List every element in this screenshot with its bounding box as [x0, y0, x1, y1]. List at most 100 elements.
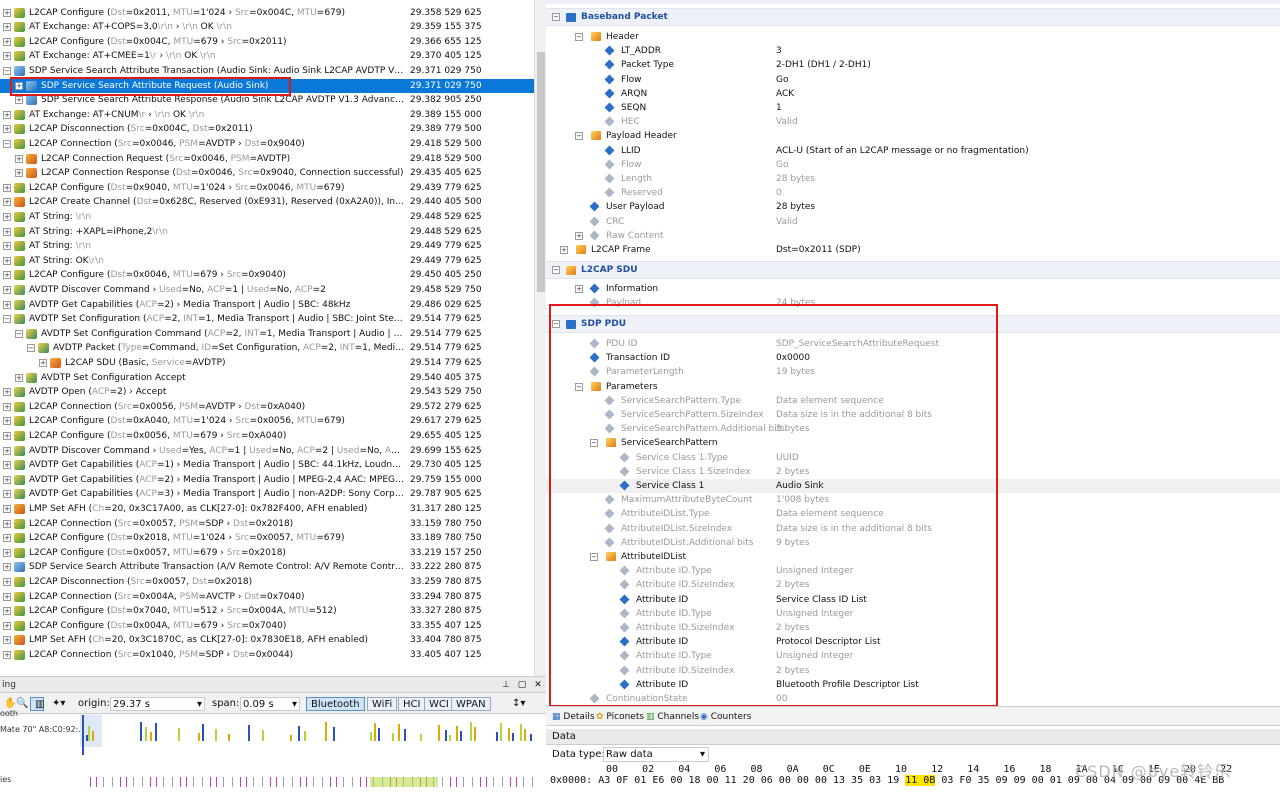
expand-icon[interactable]: + [3, 110, 11, 119]
packet-row[interactable]: + AVDTP Get Capabilities (ACP=1) › Media … [0, 458, 534, 473]
expand-icon[interactable]: + [3, 125, 11, 134]
expand-icon[interactable]: + [3, 300, 11, 309]
packet-row[interactable]: + L2CAP Configure (Dst=0x0057, MTU=679 › … [0, 546, 534, 561]
scrollbar-thumb[interactable] [537, 52, 545, 292]
select-icon[interactable]: ▥ [30, 697, 44, 711]
detail-row[interactable]: Length 28 bytes [546, 172, 1280, 186]
packet-list[interactable]: + L2CAP Configure (Dst=0x2011, MTU=1'024 … [0, 0, 534, 676]
tab-counters[interactable]: ◉ Counters [700, 710, 751, 724]
expand-icon[interactable]: + [3, 23, 11, 32]
packet-row[interactable]: + L2CAP Connection (Src=0x0056, PSM=AVDTP… [0, 400, 534, 415]
expand-icon[interactable]: + [3, 650, 11, 659]
packet-row[interactable]: + LMP Set AFH (Ch=20, 0x3C17A00, as CLK[2… [0, 502, 534, 517]
expand-icon[interactable]: + [15, 154, 23, 163]
collapse-icon[interactable]: − [15, 329, 23, 338]
packet-row[interactable]: + AT String: \r\n 29.448 529 625 [0, 210, 534, 225]
expand-icon[interactable]: + [3, 52, 11, 61]
tools-dropdown-icon[interactable]: ↕▾ [508, 697, 529, 711]
collapse-icon[interactable]: − [3, 315, 11, 324]
expand-icon[interactable]: + [3, 212, 11, 221]
section-baseband-packet[interactable]: − Baseband Packet [546, 8, 1280, 26]
expand-icon[interactable]: + [15, 96, 23, 105]
detail-row[interactable]: Flow Go [546, 73, 1280, 87]
collapse-icon[interactable]: − [3, 139, 11, 148]
packet-row[interactable]: + L2CAP Connection (Src=0x004A, PSM=AVCTP… [0, 590, 534, 605]
detail-row[interactable]: User Payload 28 bytes [546, 200, 1280, 214]
tab-channels[interactable]: ▥ Channels [646, 710, 699, 724]
detail-row[interactable]: + L2CAP Frame Dst=0x2011 (SDP) [546, 243, 1280, 257]
packet-row[interactable]: + SDP Service Search Attribute Transactio… [0, 560, 534, 575]
expand-icon[interactable]: + [3, 8, 11, 17]
expand-icon[interactable]: + [3, 607, 11, 616]
collapse-icon[interactable]: − [552, 266, 560, 274]
packet-row[interactable]: + AVDTP Discover Command › Used=Yes, ACP=… [0, 444, 534, 459]
packet-row[interactable]: − AVDTP Set Configuration (ACP=2, INT=1, … [0, 312, 534, 327]
packet-row[interactable]: + AVDTP Get Capabilities (ACP=3) › Media … [0, 487, 534, 502]
pin-icon[interactable]: ⊥ [500, 679, 512, 691]
packet-row[interactable]: − AVDTP Set Configuration Command (ACP=2,… [0, 327, 534, 342]
packet-row[interactable]: + AT Exchange: AT+COPS=3,0\r\n › \r\n OK … [0, 20, 534, 35]
packet-row[interactable]: + AVDTP Discover Command › Used=No, ACP=1… [0, 283, 534, 298]
expand-icon[interactable]: + [3, 271, 11, 280]
detail-row[interactable]: SEQN 1 [546, 101, 1280, 115]
detail-row[interactable]: LT_ADDR 3 [546, 44, 1280, 58]
filter-wpan[interactable]: WPAN [451, 697, 491, 711]
packet-row[interactable]: − L2CAP Connection (Src=0x0046, PSM=AVDTP… [0, 137, 534, 152]
expand-icon[interactable]: + [3, 431, 11, 440]
packet-row[interactable]: + AVDTP Set Configuration Accept 29.540 40… [0, 371, 534, 386]
collapse-icon[interactable]: − [27, 344, 35, 353]
span-input[interactable]: 0.09 s ▾ [240, 697, 300, 711]
detail-row[interactable]: + Raw Content [546, 229, 1280, 243]
expand-icon[interactable]: + [3, 519, 11, 528]
expand-icon[interactable]: + [3, 256, 11, 265]
filter-hci[interactable]: HCI [398, 697, 426, 711]
expand-icon[interactable]: + [3, 504, 11, 513]
expand-icon[interactable]: + [3, 227, 11, 236]
expand-icon[interactable]: + [3, 183, 11, 192]
packet-row[interactable]: + L2CAP Configure (Dst=0x0046, MTU=679 › … [0, 268, 534, 283]
expand-icon[interactable]: + [3, 636, 11, 645]
packet-row[interactable]: + L2CAP Configure (Dst=0x9040, MTU=1'024 … [0, 181, 534, 196]
expand-icon[interactable]: + [3, 621, 11, 630]
expand-icon[interactable]: + [560, 246, 568, 254]
detail-row[interactable]: ARQN ACK [546, 87, 1280, 101]
expand-icon[interactable]: + [3, 37, 11, 46]
expand-icon[interactable]: + [3, 490, 11, 499]
tab-piconets[interactable]: ✿ Piconets [596, 710, 644, 724]
data-type-select[interactable]: Raw data ▾ [603, 747, 709, 762]
expand-icon[interactable]: + [3, 475, 11, 484]
detail-row[interactable]: LLID ACL-U (Start of an L2CAP message or … [546, 144, 1280, 158]
packet-row[interactable]: + L2CAP Configure (Dst=0x7040, MTU=512 › … [0, 604, 534, 619]
packet-row[interactable]: + L2CAP Connection (Src=0x1040, PSM=SDP ›… [0, 648, 534, 663]
packet-row[interactable]: + L2CAP Configure (Dst=0x0056, MTU=679 › … [0, 429, 534, 444]
expand-icon[interactable]: + [15, 169, 23, 178]
expand-icon[interactable]: + [575, 231, 583, 240]
packet-row[interactable]: + L2CAP Connection Response (Dst=0x0046, … [0, 166, 534, 181]
detail-row[interactable]: − Header [546, 30, 1280, 44]
packet-row[interactable]: + L2CAP SDU (Basic, Service=AVDTP) 29.514 … [0, 356, 534, 371]
packet-row[interactable]: + AVDTP Get Capabilities (ACP=2) › Media … [0, 298, 534, 313]
expand-icon[interactable]: + [3, 388, 11, 397]
packet-row[interactable]: + L2CAP Configure (Dst=0x2011, MTU=1'024 … [0, 6, 534, 21]
expand-icon[interactable]: + [3, 198, 11, 207]
marker-dropdown-icon[interactable]: ✦▾ [48, 697, 70, 711]
packet-row[interactable]: + AVDTP Open (ACP=2) › Accept 29.543 529 7… [0, 385, 534, 400]
detail-row[interactable]: Flow Go [546, 158, 1280, 172]
detail-row[interactable]: − Payload Header [546, 129, 1280, 143]
close-icon[interactable]: ✕ [532, 679, 544, 691]
detail-row[interactable]: Packet Type 2-DH1 (DH1 / 2-DH1) [546, 58, 1280, 72]
expand-icon[interactable]: + [15, 373, 23, 382]
collapse-icon[interactable]: − [552, 13, 560, 21]
filter-wifi[interactable]: WiFi [367, 697, 398, 711]
detail-row[interactable]: CRC Valid [546, 215, 1280, 229]
packet-row[interactable]: + L2CAP Configure (Dst=0x004C, MTU=679 › … [0, 35, 534, 50]
packet-row[interactable]: + L2CAP Connection Request (Src=0x0046, P… [0, 152, 534, 167]
expand-icon[interactable]: + [3, 592, 11, 601]
origin-input[interactable]: 29.37 s ▾ [110, 697, 205, 711]
expand-icon[interactable]: + [3, 417, 11, 426]
packet-row[interactable]: + L2CAP Configure (Dst=0x2018, MTU=1'024 … [0, 531, 534, 546]
packet-row[interactable]: + AT String: +XAPL=iPhone,2\r\n 29.448 529… [0, 225, 534, 240]
expand-icon[interactable]: + [39, 358, 47, 367]
expand-icon[interactable]: + [3, 461, 11, 470]
detail-row[interactable]: + Information [546, 282, 1280, 296]
